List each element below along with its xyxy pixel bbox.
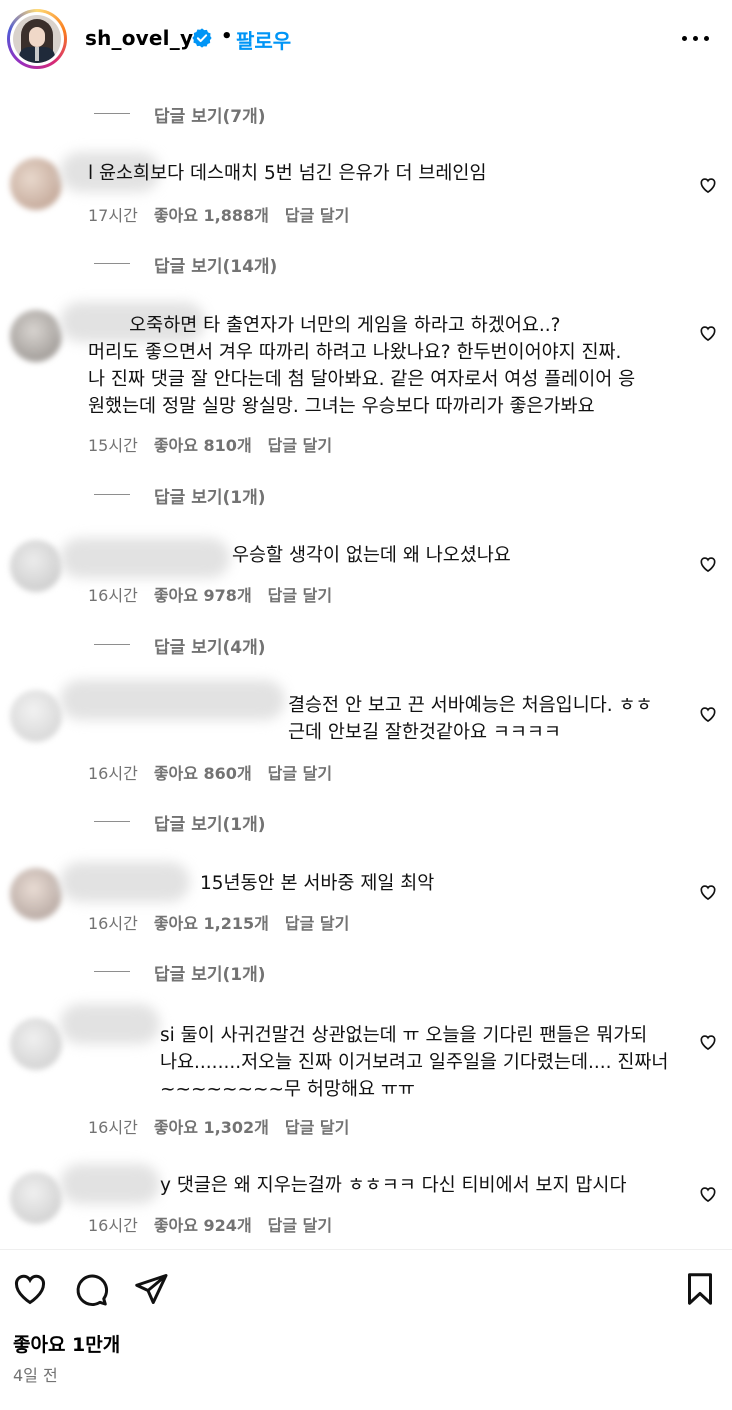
commenter-name-redacted bbox=[60, 1164, 160, 1204]
comment-text: 우승할 생각이 없는데 왜 나오셨나요 bbox=[232, 545, 511, 566]
comment-time: 16시간 bbox=[88, 1216, 138, 1235]
commenter-avatar[interactable] bbox=[10, 690, 62, 742]
reply-button[interactable]: 답글 달기 bbox=[285, 1118, 349, 1137]
comment-text: l 윤소희보다 데스매치 5번 넘긴 은유가 더 브레인임 bbox=[88, 163, 487, 184]
commenter-avatar[interactable] bbox=[10, 158, 62, 210]
commenter-avatar[interactable] bbox=[10, 868, 62, 920]
commenter-avatar[interactable] bbox=[10, 1172, 62, 1224]
reply-button[interactable]: 답글 달기 bbox=[285, 206, 349, 225]
comment-time: 17시간 bbox=[88, 206, 138, 225]
comment-line-1: si 둘이 사귀건말건 상관없는데 ㅠ 오늘을 기다린 팬들은 뭐가되 나요..… bbox=[160, 1025, 669, 1100]
comment-likes[interactable]: 좋아요 860개 bbox=[154, 764, 252, 783]
share-send-icon[interactable] bbox=[133, 1271, 169, 1307]
username[interactable]: sh_ovel_y bbox=[85, 26, 193, 50]
profile-avatar[interactable] bbox=[7, 9, 67, 69]
more-options-icon[interactable] bbox=[680, 32, 712, 46]
comment-likes[interactable]: 좋아요 1,302개 bbox=[154, 1118, 269, 1137]
comment-text: y 댓글은 왜 지우는걸까 ㅎㅎㅋㅋ 다신 티비에서 보지 맙시다 bbox=[160, 1175, 627, 1196]
post-date: 4일 전 bbox=[13, 1366, 58, 1385]
reply-button[interactable]: 답글 달기 bbox=[268, 586, 332, 605]
commenter-avatar[interactable] bbox=[10, 310, 62, 362]
comment-bubble-icon[interactable] bbox=[73, 1271, 109, 1307]
comment-likes[interactable]: 좋아요 810개 bbox=[154, 436, 252, 455]
like-heart-icon[interactable] bbox=[12, 1271, 48, 1307]
heart-icon[interactable] bbox=[698, 1032, 718, 1052]
commenter-name-redacted bbox=[60, 680, 285, 720]
commenter-avatar[interactable] bbox=[10, 1018, 62, 1070]
reply-button[interactable]: 답글 달기 bbox=[285, 914, 349, 933]
heart-icon[interactable] bbox=[698, 175, 718, 195]
commenter-name-redacted bbox=[60, 538, 230, 578]
commenter-name-redacted bbox=[60, 862, 190, 902]
comment-meta: 16시간 좋아요 860개 답글 달기 bbox=[88, 760, 348, 784]
commenter-name-redacted bbox=[60, 1004, 160, 1044]
heart-icon[interactable] bbox=[698, 704, 718, 724]
comment-meta: 16시간 좋아요 924개 답글 달기 bbox=[88, 1212, 348, 1236]
heart-icon[interactable] bbox=[698, 554, 718, 574]
comment-text: 오죽하면 타 출연자가 너만의 게임을 하라고 하겠어요..? 머리도 좋으면서… bbox=[88, 315, 636, 417]
reply-button[interactable]: 답글 달기 bbox=[268, 1216, 332, 1235]
post-header: sh_ovel_y • 팔로우 bbox=[0, 0, 732, 80]
comment-line-1: 결승전 안 보고 끈 서바예능은 처음입니다. ㅎㅎ 근데 안보길 잘한것같아요… bbox=[288, 695, 653, 743]
comment-likes[interactable]: 좋아요 978개 bbox=[154, 586, 252, 605]
comment-time: 15시간 bbox=[88, 436, 138, 455]
follow-button[interactable]: 팔로우 bbox=[236, 25, 291, 54]
heart-icon[interactable] bbox=[698, 323, 718, 343]
heart-icon[interactable] bbox=[698, 1184, 718, 1204]
comment-meta: 16시간 좋아요 1,215개 답글 달기 bbox=[88, 910, 365, 934]
comment-time: 16시간 bbox=[88, 586, 138, 605]
comment-text: 15년동안 본 서바중 제일 최악 bbox=[200, 873, 435, 894]
comment-time: 16시간 bbox=[88, 1118, 138, 1137]
post-like-count[interactable]: 좋아요 1만개 bbox=[13, 1330, 120, 1357]
comment-meta: 15시간 좋아요 810개 답글 달기 bbox=[88, 432, 348, 456]
heart-icon[interactable] bbox=[698, 882, 718, 902]
comment-meta: 16시간 좋아요 978개 답글 달기 bbox=[88, 582, 348, 606]
reply-button[interactable]: 답글 달기 bbox=[268, 436, 332, 455]
separator-dot: • bbox=[221, 26, 233, 47]
comment-time: 16시간 bbox=[88, 914, 138, 933]
reply-button[interactable]: 답글 달기 bbox=[268, 764, 332, 783]
verified-badge-icon bbox=[192, 28, 212, 48]
comment-time: 16시간 bbox=[88, 764, 138, 783]
bookmark-icon[interactable] bbox=[682, 1271, 718, 1307]
comment-likes[interactable]: 좋아요 924개 bbox=[154, 1216, 252, 1235]
comment-likes[interactable]: 좋아요 1,888개 bbox=[154, 206, 269, 225]
action-bar-divider bbox=[0, 1249, 732, 1250]
comment-likes[interactable]: 좋아요 1,215개 bbox=[154, 914, 269, 933]
comment-meta: 16시간 좋아요 1,302개 답글 달기 bbox=[88, 1114, 365, 1138]
comment-meta: 17시간 좋아요 1,888개 답글 달기 bbox=[88, 202, 365, 226]
commenter-avatar[interactable] bbox=[10, 540, 62, 592]
